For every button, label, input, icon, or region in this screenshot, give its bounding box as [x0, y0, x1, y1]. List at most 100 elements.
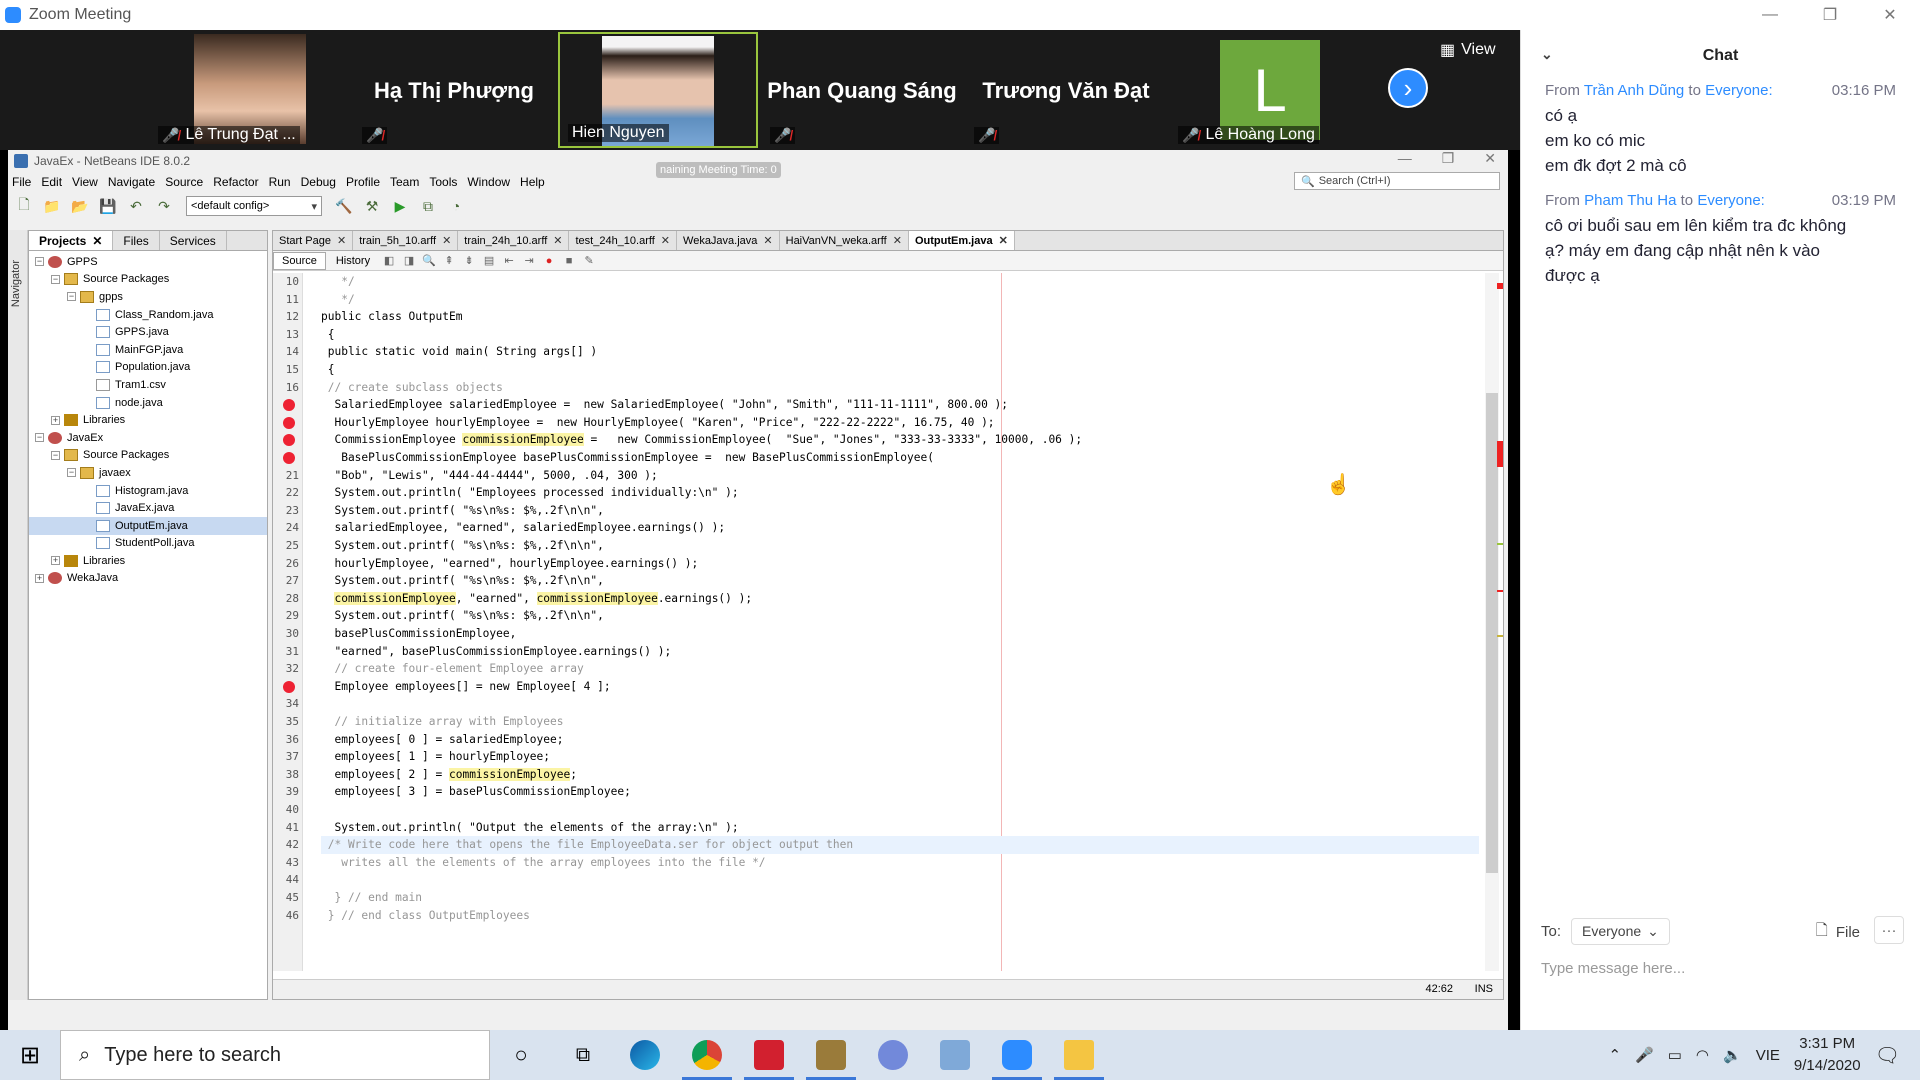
menu-item[interactable]: Window: [467, 175, 510, 189]
close-icon[interactable]: ✕: [893, 234, 902, 247]
more-button[interactable]: ···: [1874, 916, 1904, 944]
undo-icon[interactable]: ↶: [124, 195, 148, 217]
error-mark[interactable]: [1497, 441, 1503, 467]
save-all-icon[interactable]: 💾: [96, 195, 120, 217]
participant-tile[interactable]: 🎤̸ Lê Trung Đạt ...: [150, 32, 350, 148]
code-line[interactable]: salariedEmployee, "earned", salariedEmpl…: [321, 519, 1479, 537]
error-mark[interactable]: [1497, 283, 1503, 289]
ide-search-input[interactable]: 🔍 Search (Ctrl+I): [1294, 172, 1500, 190]
tab-projects[interactable]: Projects ✕: [29, 231, 114, 250]
tree-node[interactable]: StudentPoll.java: [29, 535, 267, 553]
tree-node[interactable]: − gpps: [29, 288, 267, 306]
tree-node[interactable]: MainFGP.java: [29, 341, 267, 359]
find-icon[interactable]: 🔍: [420, 254, 438, 268]
recipient-select[interactable]: Everyone ⌄: [1571, 917, 1670, 945]
warning-mark[interactable]: [1497, 635, 1503, 637]
editor-tab[interactable]: OutputEm.java ✕: [908, 231, 1015, 250]
participant-tile[interactable]: Trương Văn Đạt 🎤̸: [966, 32, 1166, 148]
expand-toggle-icon[interactable]: −: [51, 450, 60, 460]
view-button[interactable]: ▦ View: [1440, 40, 1496, 60]
sender-name[interactable]: Pham Thu Ha: [1584, 192, 1676, 209]
expand-toggle-icon[interactable]: +: [51, 556, 60, 566]
code-line[interactable]: // create subclass objects: [321, 379, 1479, 397]
code-line[interactable]: {: [321, 326, 1479, 344]
close-icon[interactable]: ✕: [661, 234, 670, 247]
start-button[interactable]: ⊞: [0, 1030, 60, 1080]
battery-icon[interactable]: ▭: [1668, 1046, 1682, 1064]
shift-right-icon[interactable]: ⇥: [520, 254, 538, 268]
forward-icon[interactable]: ◨: [400, 254, 418, 268]
close-icon[interactable]: ✕: [553, 234, 562, 247]
clock[interactable]: 3:31 PM 9/14/2020: [1794, 1033, 1861, 1077]
profile-icon[interactable]: ◔: [444, 195, 468, 217]
code-line[interactable]: } // end main: [321, 889, 1479, 907]
code-line[interactable]: } // end class OutputEmployees: [321, 907, 1479, 925]
microphone-icon[interactable]: 🎤: [1635, 1046, 1654, 1064]
tree-node[interactable]: Population.java: [29, 359, 267, 377]
new-file-icon[interactable]: 🗋: [12, 195, 36, 217]
next-page-button[interactable]: ›: [1388, 68, 1428, 108]
code-line[interactable]: [321, 801, 1479, 819]
code-line[interactable]: basePlusCommissionEmployee,: [321, 625, 1479, 643]
code-line[interactable]: writes all the elements of the array emp…: [321, 854, 1479, 872]
tree-node[interactable]: Histogram.java: [29, 482, 267, 500]
expand-toggle-icon[interactable]: −: [67, 292, 76, 302]
nb-minimize-button[interactable]: —: [1398, 150, 1412, 167]
clean-build-icon[interactable]: ⚒: [360, 195, 384, 217]
debug-icon[interactable]: ⧉: [416, 195, 440, 217]
editor-tab[interactable]: train_5h_10.arff ✕: [353, 231, 459, 250]
netbeans-app[interactable]: [800, 1030, 862, 1080]
tree-node[interactable]: − GPPS: [29, 253, 267, 271]
error-mark[interactable]: [1497, 590, 1503, 592]
participant-tile[interactable]: Phan Quang Sáng 🎤̸: [762, 32, 962, 148]
run-icon[interactable]: ▶: [388, 195, 412, 217]
chevron-down-icon[interactable]: ⌄: [1541, 46, 1553, 63]
close-icon[interactable]: ✕: [763, 234, 772, 247]
recipient-name[interactable]: Everyone:: [1697, 192, 1765, 209]
code-line[interactable]: // create four-element Employee array: [321, 660, 1479, 678]
file-explorer-app[interactable]: [1048, 1030, 1110, 1080]
expand-toggle-icon[interactable]: −: [67, 468, 76, 478]
code-line[interactable]: System.out.printf( "%s\n%s: $%,.2f\n\n",: [321, 502, 1479, 520]
language-indicator[interactable]: VIE: [1756, 1047, 1780, 1064]
error-icon[interactable]: [283, 452, 295, 464]
code-line[interactable]: System.out.printf( "%s\n%s: $%,.2f\n\n",: [321, 537, 1479, 555]
record-macro-icon[interactable]: ●: [540, 254, 558, 268]
open-project-icon[interactable]: 📂: [68, 195, 92, 217]
close-icon[interactable]: ✕: [337, 234, 346, 247]
chrome-app[interactable]: [676, 1030, 738, 1080]
tree-node[interactable]: − Source Packages: [29, 447, 267, 465]
notification-icon[interactable]: 🗨: [1875, 1043, 1900, 1068]
new-project-icon[interactable]: 📁: [40, 195, 64, 217]
expand-toggle-icon[interactable]: +: [51, 415, 60, 425]
menu-item[interactable]: File: [12, 175, 31, 189]
build-icon[interactable]: 🔨: [332, 195, 356, 217]
menu-item[interactable]: Edit: [41, 175, 62, 189]
error-icon[interactable]: [283, 680, 295, 693]
expand-toggle-icon[interactable]: −: [35, 433, 44, 443]
tree-node[interactable]: − javaex: [29, 464, 267, 482]
code-line[interactable]: employees[ 3 ] = basePlusCommissionEmplo…: [321, 783, 1479, 801]
find-prev-icon[interactable]: ⇞: [440, 254, 458, 268]
code-area[interactable]: 10 11 12 13 14 15 16 21 22 23 24 25 26 27 28 29 30 31 32 34…: [273, 273, 1479, 971]
tree-node[interactable]: JavaEx.java: [29, 499, 267, 517]
code-line[interactable]: employees[ 2 ] = commissionEmployee;: [321, 766, 1479, 784]
code-line[interactable]: Employee employees[] = new Employee[ 4 ]…: [321, 678, 1479, 696]
file-button[interactable]: 🗋 File: [1816, 920, 1860, 945]
participant-tile[interactable]: L 🎤̸ Lê Hoàng Long: [1170, 32, 1370, 148]
toggle-highlight-icon[interactable]: ▤: [480, 254, 498, 268]
code-line[interactable]: [321, 695, 1479, 713]
back-icon[interactable]: ◧: [380, 254, 398, 268]
garena-app[interactable]: [738, 1030, 800, 1080]
code-line[interactable]: System.out.println( "Output the elements…: [321, 819, 1479, 837]
menu-item[interactable]: View: [72, 175, 98, 189]
editor-tab[interactable]: WekaJava.java ✕: [677, 231, 780, 250]
nb-restore-button[interactable]: ❐: [1442, 150, 1455, 167]
tree-node[interactable]: GPPS.java: [29, 323, 267, 341]
close-icon[interactable]: ✕: [442, 234, 451, 247]
tree-node[interactable]: − Source Packages: [29, 271, 267, 289]
code-line[interactable]: */: [321, 291, 1479, 309]
shift-left-icon[interactable]: ⇤: [500, 254, 518, 268]
tree-node[interactable]: Class_Random.java: [29, 306, 267, 324]
expand-toggle-icon[interactable]: +: [35, 573, 44, 583]
